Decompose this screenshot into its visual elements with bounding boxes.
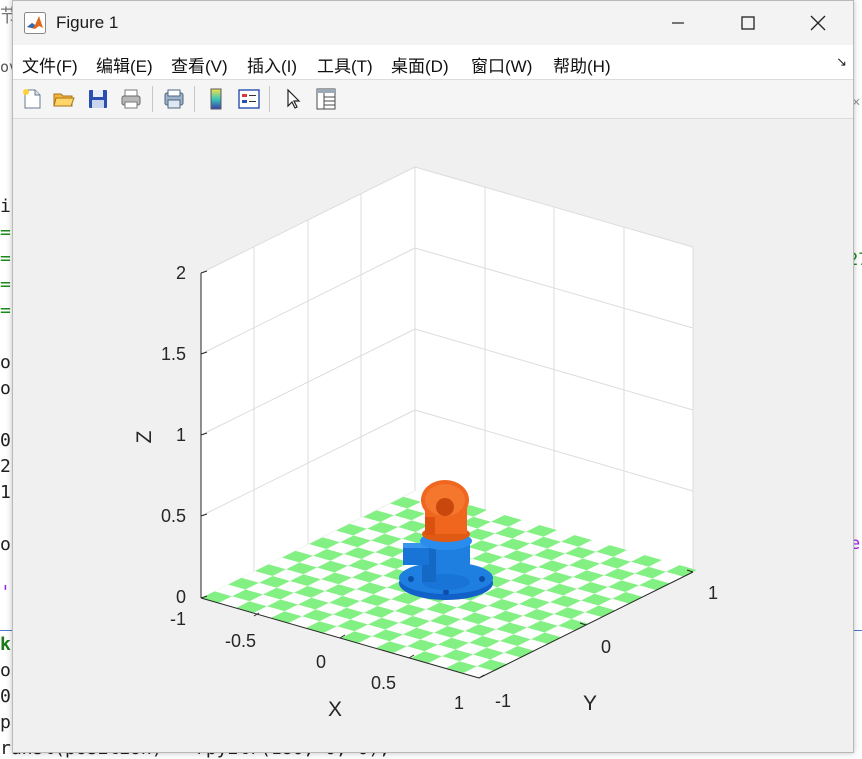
title-bar[interactable]: Figure 1	[13, 1, 853, 45]
x-tick-label: -1	[170, 609, 186, 629]
menu-bar: 文件(F) 编辑(E) 查看(V) 插入(I) 工具(T) 桌面(D) 窗口(W…	[13, 45, 853, 80]
y-tick-label: 0	[601, 637, 611, 657]
dock-arrow-icon[interactable]: ↘	[836, 54, 847, 70]
new-figure-button[interactable]	[18, 85, 46, 113]
y-tick-label: -1	[495, 691, 511, 711]
z-tick-label: 0	[176, 587, 186, 607]
legend-icon	[238, 89, 260, 109]
maximize-icon	[741, 16, 755, 30]
y-tick-label: 1	[708, 583, 718, 603]
z-tick-label: 2	[176, 263, 186, 283]
open-button[interactable]	[50, 85, 78, 113]
figure-canvas[interactable]: 2 1.5 1 0.5 0 Z -1 -0.5 0 0.5 1 X -1 0 1…	[13, 119, 853, 752]
bg-fragment: =	[0, 274, 11, 295]
menu-file[interactable]: 文件(F)	[22, 52, 78, 77]
z-tick-label: 0.5	[161, 506, 186, 526]
bg-fragment: '	[0, 582, 11, 603]
x-tick-label: 0	[316, 652, 326, 672]
close-icon	[810, 15, 826, 31]
property-inspector-button[interactable]	[312, 85, 340, 113]
robot-joint-hole	[436, 498, 454, 516]
menu-insert[interactable]: 插入(I)	[247, 52, 297, 77]
close-button[interactable]	[783, 1, 853, 45]
bg-fragment: 0	[0, 686, 11, 707]
figure-window: Figure 1 文件(F) 编辑(E) 查看(V) 插入(I) 工具(T) 桌…	[12, 0, 854, 753]
print-icon	[121, 89, 141, 109]
property-inspector-icon	[316, 88, 336, 110]
print-preview-button[interactable]	[160, 85, 188, 113]
menu-window[interactable]: 窗口(W)	[471, 52, 532, 77]
bg-fragment: i	[0, 196, 11, 217]
x-tick-label: 1	[454, 693, 464, 713]
bg-fragment: k	[0, 634, 11, 655]
menu-tools[interactable]: 工具(T)	[317, 52, 373, 77]
x-tick-label: -0.5	[225, 631, 256, 651]
menu-desktop[interactable]: 桌面(D)	[391, 52, 449, 77]
toolbar-separator	[269, 86, 270, 112]
z-tick-label: 1	[176, 425, 186, 445]
bg-fragment: o	[0, 352, 11, 373]
pointer-icon	[287, 88, 301, 109]
colorbar-button[interactable]	[202, 85, 230, 113]
bg-fragment: =	[0, 300, 11, 321]
bg-fragment: 0	[0, 430, 11, 451]
toolbar	[13, 80, 853, 119]
bg-fragment: =	[0, 222, 11, 243]
toolbar-separator	[194, 86, 195, 112]
x-tick-label: 0.5	[371, 673, 396, 693]
bg-fragment: 1	[0, 482, 11, 503]
save-button[interactable]	[84, 85, 112, 113]
z-axis-label: Z	[133, 430, 156, 443]
print-button[interactable]	[117, 85, 145, 113]
menu-view[interactable]: 查看(V)	[171, 52, 228, 77]
open-folder-icon	[53, 93, 75, 107]
bg-fragment: 2	[0, 456, 11, 477]
bg-fragment: =	[0, 248, 11, 269]
matlab-logo-icon	[24, 12, 46, 34]
minimize-button[interactable]	[643, 1, 713, 45]
pointer-button[interactable]	[279, 85, 307, 113]
minimize-icon	[672, 22, 684, 24]
bg-fragment: o	[0, 660, 11, 681]
bg-fragment: o	[0, 378, 11, 399]
window-title: Figure 1	[56, 13, 119, 32]
bg-divider	[0, 630, 12, 631]
new-figure-icon	[23, 89, 41, 109]
colorbar-icon	[210, 88, 222, 110]
print-preview-icon	[164, 89, 184, 109]
menu-edit[interactable]: 编辑(E)	[96, 52, 153, 77]
y-axis-label: Y	[583, 692, 597, 715]
legend-button[interactable]	[235, 85, 263, 113]
maximize-button[interactable]	[713, 1, 783, 45]
z-tick-label: 1.5	[161, 344, 186, 364]
x-axis-label: X	[328, 698, 342, 721]
menu-help[interactable]: 帮助(H)	[553, 52, 611, 77]
save-icon	[89, 90, 107, 108]
3d-axes[interactable]: 2 1.5 1 0.5 0 Z -1 -0.5 0 0.5 1 X -1 0 1…	[13, 119, 853, 752]
toolbar-separator	[152, 86, 153, 112]
bg-fragment: o	[0, 534, 11, 555]
